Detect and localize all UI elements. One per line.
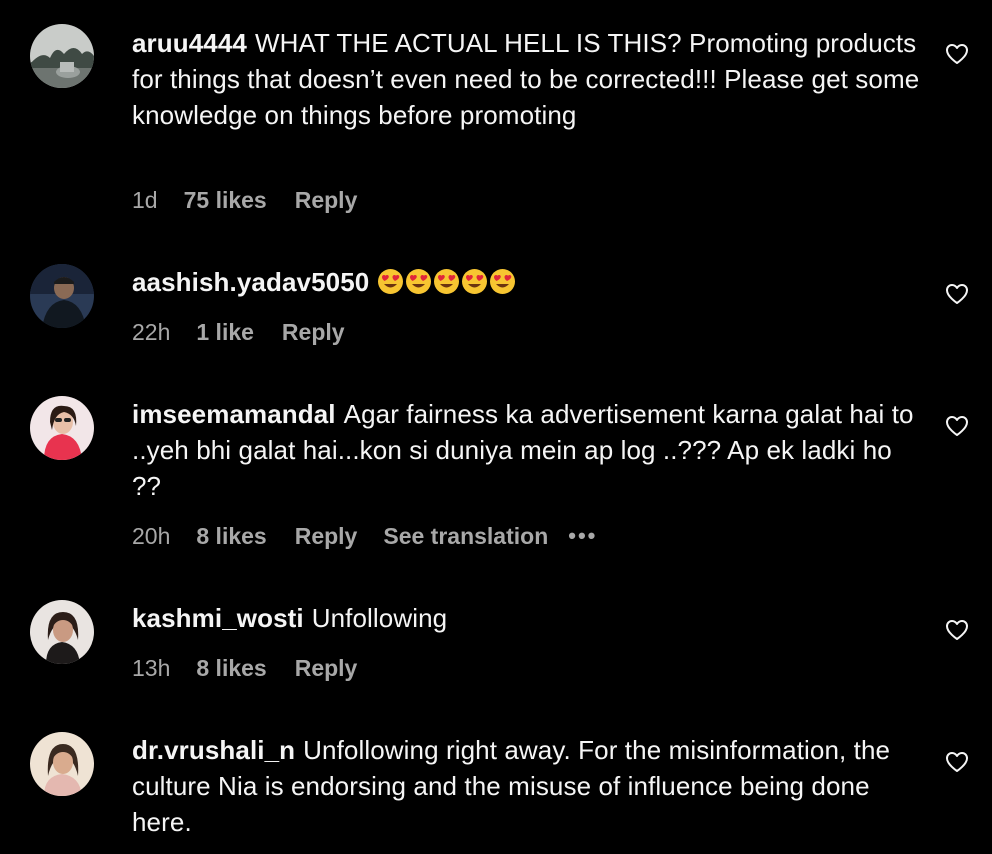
comment-text: dr.vrushali_n Unfollowing right away. For… [132, 732, 922, 840]
comments-screen: { "comments": [ { "username": "aruu4444"… [0, 0, 992, 854]
reply-button[interactable]: Reply [295, 185, 358, 215]
comment-username[interactable]: dr.vrushali_n [132, 735, 295, 765]
comment-text: aruu4444 WHAT THE ACTUAL HELL IS THIS? Pr… [132, 25, 922, 133]
comment-meta: 13h 8 likes Reply [132, 653, 383, 683]
comment-meta: 20h 8 likes Reply See translation ••• [132, 521, 597, 551]
avatar[interactable] [30, 396, 94, 460]
heart-outline-icon[interactable] [945, 42, 969, 66]
heart-outline-icon[interactable] [945, 414, 969, 438]
more-options-icon[interactable]: ••• [568, 521, 597, 551]
heart-outline-icon[interactable] [945, 618, 969, 642]
comment-text: imseemamandal Agar fairness ka advertisem… [132, 396, 922, 504]
avatar[interactable] [30, 24, 94, 88]
comment-meta: 22h 1 like Reply [132, 317, 371, 347]
reply-button[interactable]: Reply [282, 317, 345, 347]
avatar[interactable] [30, 732, 94, 796]
comment-message: Unfollowing [311, 603, 448, 633]
reply-button[interactable]: Reply [295, 653, 358, 683]
comment-time: 20h [132, 523, 171, 549]
comment-username[interactable]: kashmi_wosti [132, 603, 304, 633]
avatar[interactable] [30, 264, 94, 328]
heart-outline-icon[interactable] [945, 750, 969, 774]
heart-eyes-emoji-icon [434, 269, 460, 294]
see-translation-button[interactable]: See translation [383, 521, 548, 551]
comment-likes[interactable]: 8 likes [196, 521, 266, 551]
comment-time: 1d [132, 187, 158, 213]
heart-eyes-emoji-row [377, 268, 516, 295]
comment-time: 13h [132, 655, 171, 681]
heart-eyes-emoji-icon [406, 269, 432, 294]
heart-eyes-emoji-icon [490, 269, 516, 294]
heart-outline-icon[interactable] [945, 282, 969, 306]
comment-likes[interactable]: 75 likes [184, 185, 267, 215]
comment-text: kashmi_wosti Unfollowing [132, 600, 922, 636]
heart-eyes-emoji-icon [378, 269, 404, 294]
comment-username[interactable]: imseemamandal [132, 399, 336, 429]
comment-likes[interactable]: 1 like [196, 317, 254, 347]
comment-text: aashish.yadav5050 [132, 264, 922, 300]
comment-username[interactable]: aashish.yadav5050 [132, 267, 369, 297]
comment-message: WHAT THE ACTUAL HELL IS THIS? Promoting … [132, 28, 920, 130]
heart-eyes-emoji-icon [462, 269, 488, 294]
comment-meta: 1d 75 likes Reply [132, 185, 383, 215]
avatar[interactable] [30, 600, 94, 664]
reply-button[interactable]: Reply [295, 521, 358, 551]
comment-username[interactable]: aruu4444 [132, 28, 247, 58]
comment-time: 22h [132, 319, 171, 345]
comment-likes[interactable]: 8 likes [196, 653, 266, 683]
